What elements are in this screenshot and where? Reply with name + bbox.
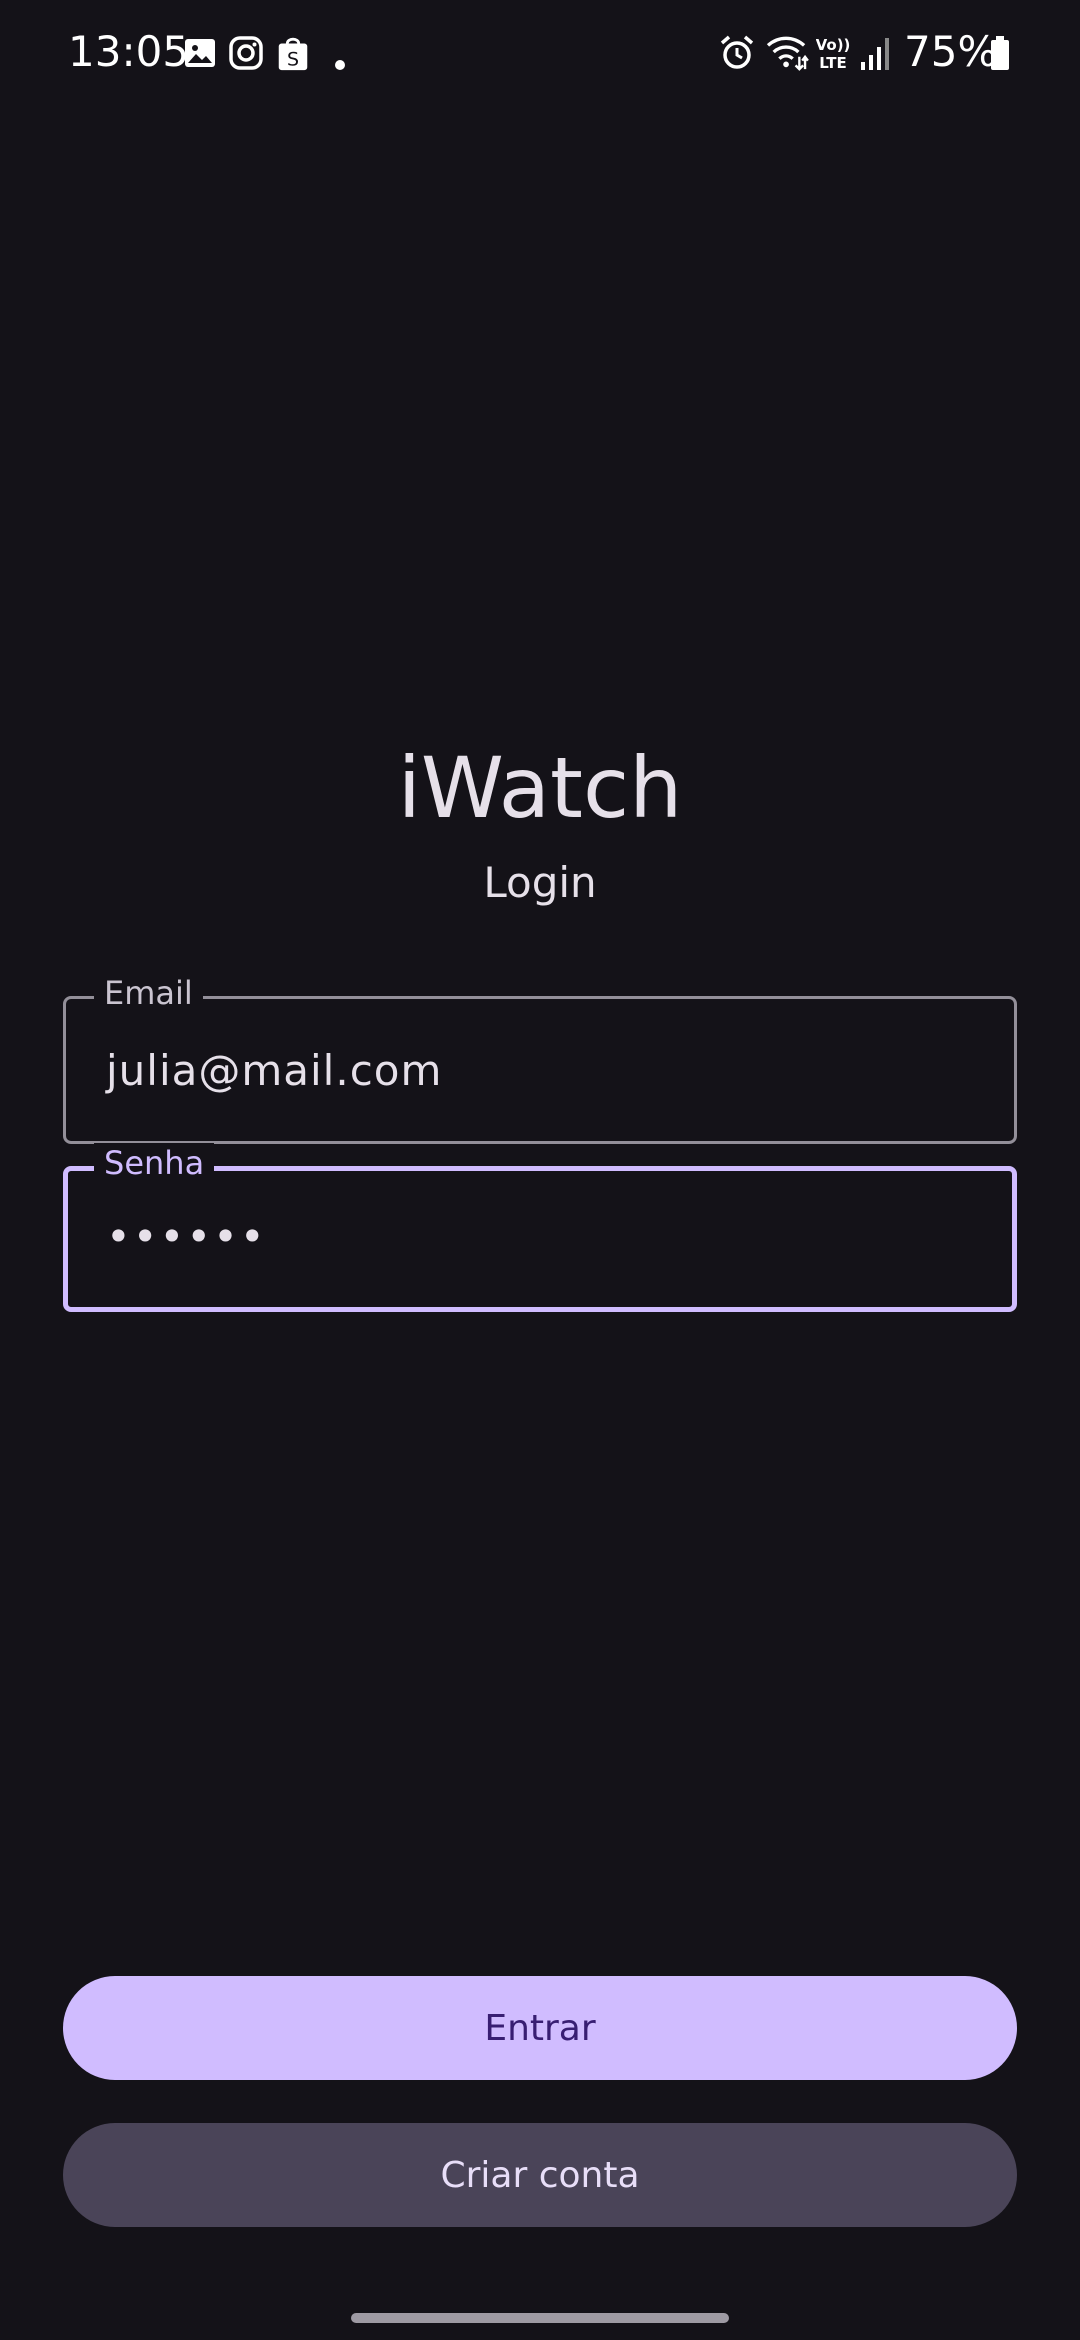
home-gesture-bar[interactable] [351,2313,729,2323]
volte-icon: Vo)) LTE [816,34,851,72]
svg-text:LTE: LTE [819,54,847,72]
battery-percent: 75% [904,27,998,76]
alarm-icon [720,35,754,69]
screen-subtitle: Login [483,858,597,907]
password-field-label: Senha [94,1143,215,1183]
gallery-icon [185,39,215,67]
create-account-button[interactable]: Criar conta [63,2123,1017,2227]
status-bar: 13:05 S Vo)) LTE 75% [0,0,1080,104]
status-time: 13:05 [68,27,190,76]
svg-text:Vo)): Vo)) [816,36,850,54]
shopping-bag-icon: S [278,37,308,70]
login-button[interactable]: Entrar [63,1976,1017,2080]
email-field-label: Email [94,973,203,1013]
dot-icon [335,60,345,70]
signal-icon [861,38,889,70]
email-field[interactable]: Email julia@mail.com [63,973,1017,1144]
password-field[interactable]: Senha •••••• [63,1143,1017,1312]
password-field-value[interactable]: •••••• [106,1211,267,1263]
app-title: iWatch [397,739,683,837]
battery-icon [991,36,1009,70]
login-screen: 13:05 S Vo)) LTE 75% iWatch Login Email … [0,0,1080,2340]
instagram-icon [229,36,263,70]
wifi-icon [766,36,809,71]
svg-text:S: S [287,48,299,70]
email-field-value[interactable]: julia@mail.com [106,1045,442,1097]
